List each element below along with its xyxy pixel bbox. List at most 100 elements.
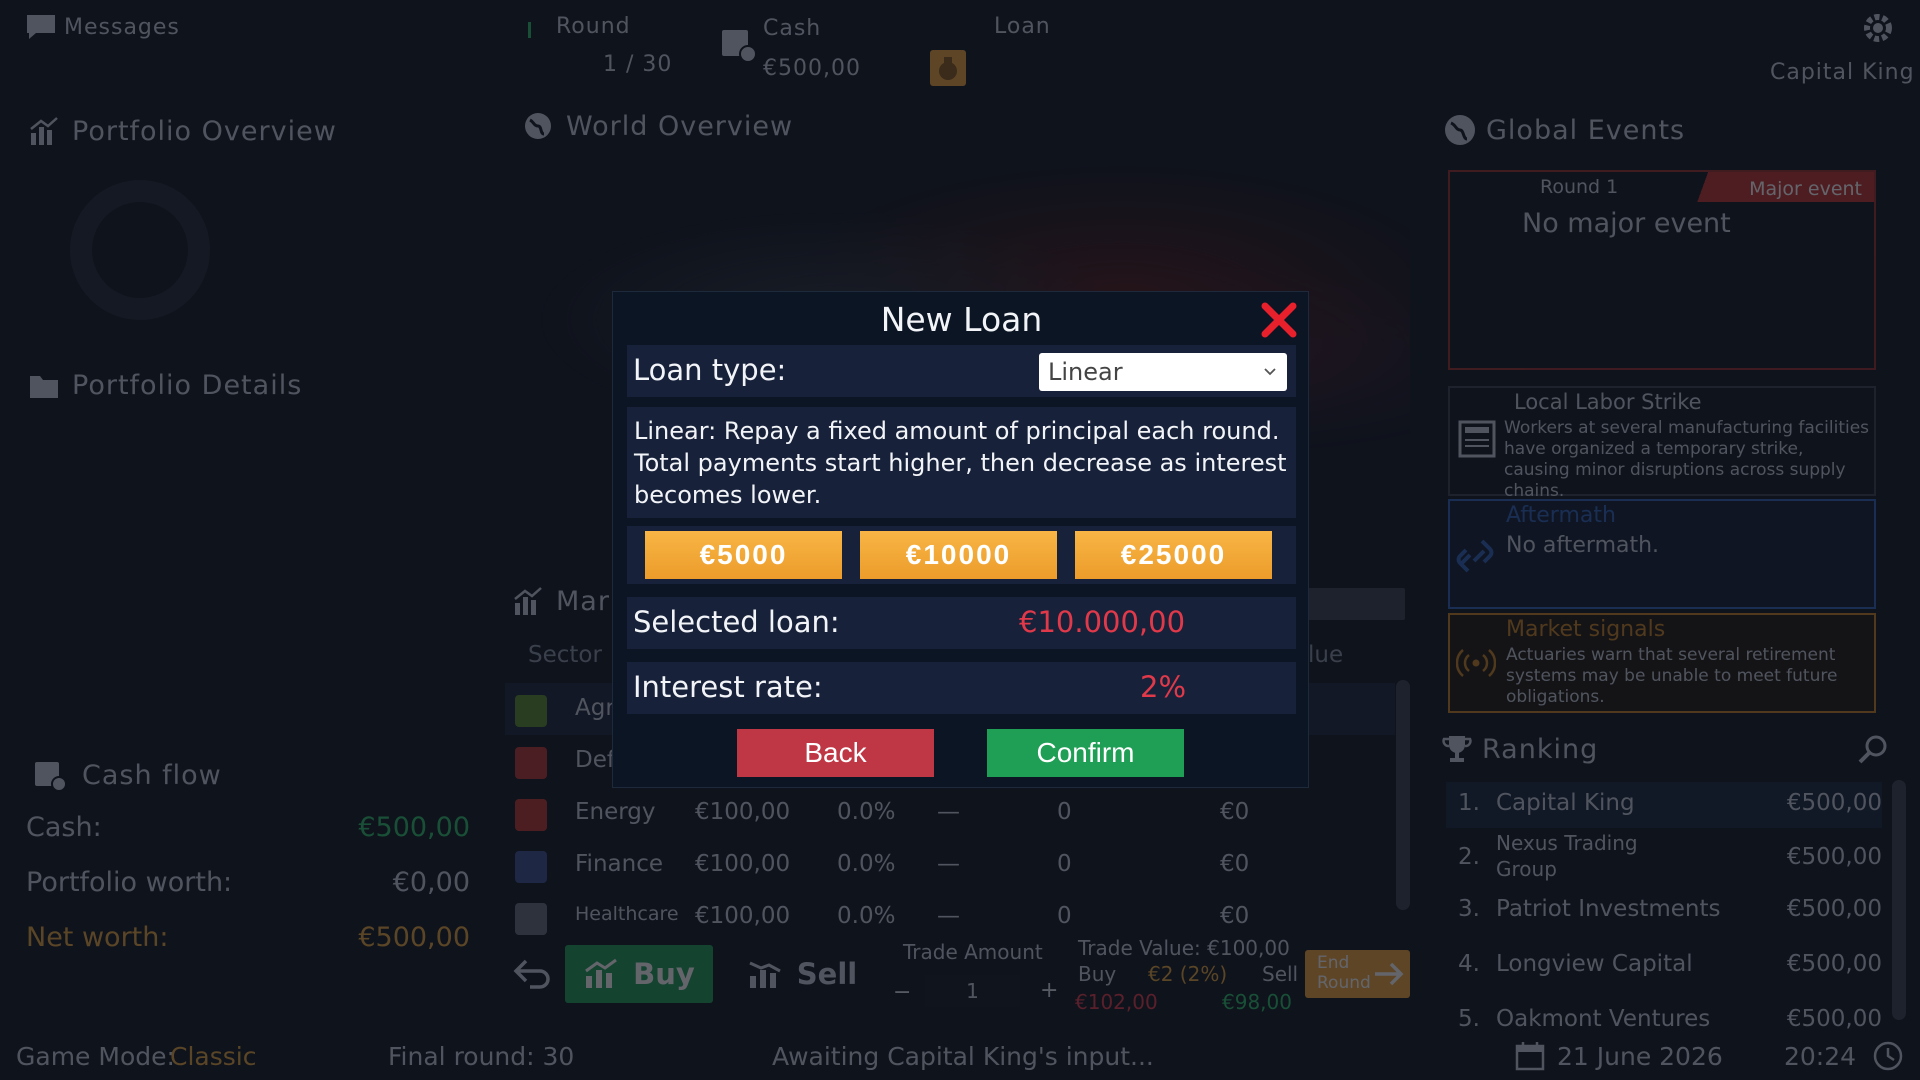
signals-title: Market signals [1506, 617, 1666, 642]
globe-icon [1445, 115, 1475, 145]
aftermath-title: Aftermath [1506, 503, 1616, 528]
market-cell-sector: Healthcare [575, 903, 679, 925]
cash-flow-table: Cash: €500,00 Portfolio worth: €0,00 Net… [26, 812, 470, 977]
trade-amount-input[interactable]: 1 [925, 975, 1020, 1007]
player-name: Capital King [1770, 60, 1915, 85]
status-text: Awaiting Capital King's input... [772, 1042, 1154, 1071]
cash-register-icon [722, 30, 757, 63]
aftermath-text: No aftermath. [1506, 533, 1660, 558]
loan-description-box: Linear: Repay a fixed amount of principa… [627, 407, 1296, 518]
sector-icon [515, 695, 547, 727]
global-events-header: Global Events [1442, 112, 1685, 148]
confirm-button[interactable]: Confirm [987, 729, 1184, 777]
market-cell-change: 0.0% [837, 903, 896, 929]
new-loan-modal: New Loan Loan type: Linear Linear: Repay… [612, 291, 1309, 788]
interest-rate-row: Interest rate: 2% [627, 662, 1296, 714]
market-cell-value: €0 [1220, 851, 1250, 877]
sell-button[interactable]: Sell [728, 945, 876, 1003]
money-bag-icon [939, 57, 957, 80]
ranking-scrollbar[interactable] [1892, 780, 1906, 1020]
cash-value: €500,00 [763, 56, 861, 81]
portfolio-overview-header: Portfolio Overview [28, 115, 337, 147]
portfolio-details-title: Portfolio Details [72, 370, 303, 401]
trade-sell-short: Sell [1262, 962, 1299, 986]
buy-button[interactable]: Buy [565, 945, 713, 1003]
messages-button[interactable]: Messages [24, 12, 180, 42]
ranking-item[interactable]: 2. Nexus Trading Group €500,00 [1446, 828, 1882, 886]
market-cell-owned: 0 [1057, 903, 1072, 929]
amount-25000-button[interactable]: €25000 [1075, 531, 1272, 579]
folder-icon [30, 375, 58, 398]
market-title: Mar [556, 585, 610, 617]
amount-10000-button[interactable]: €10000 [860, 531, 1057, 579]
market-cell-change: 0.0% [837, 799, 896, 825]
bottom-bar: Game Mode: Classic Final round: 30 Await… [0, 1035, 1920, 1080]
trade-plus-button[interactable]: + [1040, 978, 1058, 1003]
trade-fee: €2 (2%) [1148, 962, 1228, 986]
market-cell-sector: Energy [575, 799, 656, 825]
link-icon [1456, 539, 1494, 573]
ranking-name: Oakmont Ventures [1496, 1006, 1711, 1032]
back-button[interactable]: Back [737, 729, 934, 777]
market-signals-card: Market signals Actuaries warn that sever… [1448, 613, 1876, 713]
market-cell-value: €0 [1220, 799, 1250, 825]
modal-title: New Loan [880, 300, 1043, 339]
trade-amount-value: 1 [966, 979, 979, 1003]
game-mode-value: Classic [170, 1042, 257, 1071]
date-text: 21 June 2026 [1557, 1042, 1723, 1071]
final-round: Final round: 30 [388, 1042, 575, 1071]
col-value-header: lue [1308, 642, 1344, 668]
market-cell-sector: Def [575, 747, 615, 773]
portfolio-worth-label: Portfolio worth: [26, 867, 233, 898]
ranking-position: 3. [1458, 896, 1480, 922]
market-scrollbar[interactable] [1396, 680, 1410, 910]
undo-icon[interactable] [512, 955, 552, 991]
cash-row-value: €500,00 [358, 812, 470, 843]
aftermath-card: Aftermath No aftermath. [1448, 499, 1876, 609]
major-event-card: Round 1 Major event No major event [1448, 170, 1876, 370]
ranking-value: €500,00 [1786, 896, 1882, 922]
loan-button[interactable] [930, 50, 966, 86]
cash-flow-header: Cash flow [32, 757, 222, 793]
sector-icon [515, 903, 547, 935]
loan-type-select[interactable]: Linear [1039, 353, 1287, 391]
close-icon[interactable] [1259, 300, 1299, 340]
amount-buttons-row: €5000 €10000 €25000 [627, 526, 1296, 584]
market-cell-trend: — [937, 903, 960, 929]
messages-label: Messages [64, 14, 180, 40]
global-events-title: Global Events [1486, 114, 1686, 146]
market-row[interactable]: Energy €100,00 0.0% — 0 €0 [505, 787, 1395, 839]
major-event-text: No major event [1522, 208, 1731, 239]
portfolio-worth-value: €0,00 [392, 867, 470, 898]
ranking-name: Patriot Investments [1496, 896, 1721, 922]
search-icon[interactable] [1856, 732, 1890, 766]
chart-icon [514, 587, 542, 615]
loan-type-value: Linear [1048, 358, 1123, 386]
col-sector-header: Sector [528, 642, 602, 668]
selected-loan-value: €10.000,00 [1019, 605, 1186, 639]
chevron-down-icon [1264, 368, 1276, 376]
end-round-button[interactable]: End Round [1305, 950, 1410, 998]
ranking-item[interactable]: 4. Longview Capital €500,00 [1446, 943, 1882, 989]
ranking-position: 4. [1458, 951, 1480, 977]
game-mode-label: Game Mode: [16, 1042, 175, 1071]
amount-5000-button[interactable]: €5000 [645, 531, 842, 579]
market-filter-dropdown[interactable] [1300, 588, 1405, 620]
ranking-name: Capital King [1496, 790, 1635, 816]
event-round: Round 1 [1540, 176, 1619, 198]
calendar-icon [1515, 1042, 1545, 1071]
time-text: 20:24 [1784, 1042, 1857, 1071]
world-overview-header: World Overview [522, 110, 793, 142]
sell-label: Sell [796, 957, 858, 991]
loan-description: Linear: Repay a fixed amount of principa… [634, 417, 1287, 509]
cash-register-icon [35, 762, 67, 792]
trade-minus-button[interactable]: − [893, 980, 911, 1005]
chart-up-icon [585, 958, 618, 988]
trade-buy-short: Buy [1078, 962, 1117, 986]
market-header: Mar [512, 585, 610, 617]
market-cell-trend: — [937, 851, 960, 877]
ranking-item[interactable]: 3. Patriot Investments €500,00 [1446, 888, 1882, 934]
gear-icon[interactable] [1862, 12, 1894, 44]
market-row[interactable]: Finance €100,00 0.0% — 0 €0 [505, 839, 1395, 891]
ranking-item[interactable]: 1. Capital King €500,00 [1446, 782, 1882, 828]
